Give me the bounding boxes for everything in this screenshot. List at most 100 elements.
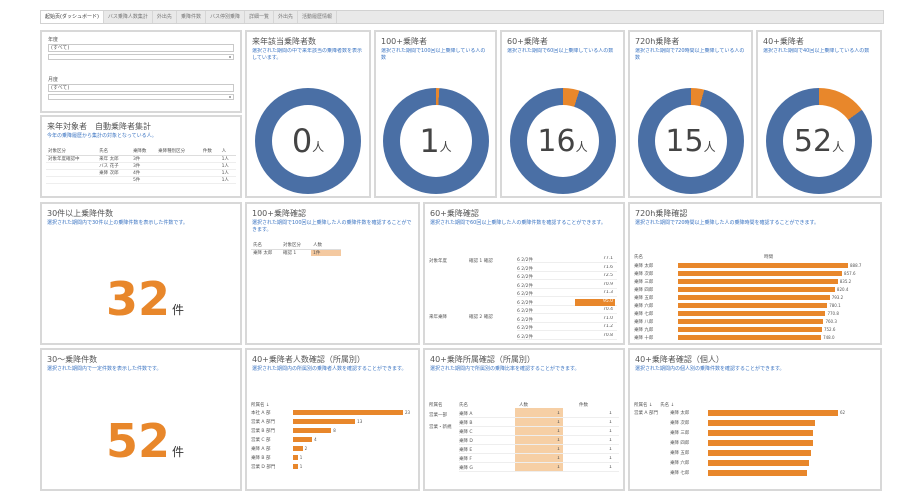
table-row[interactable]: 6 2/2件 71.6 [517, 265, 617, 272]
table-row[interactable]: 乗降 D 1 1 [459, 437, 619, 445]
panel-60-desc: 選択された期間で60回以上乗降した人の乗降件数を確認することができます。 [430, 220, 606, 226]
table-row[interactable]: 6 2/2件 70.9 [517, 282, 617, 289]
bar-label: 乗降 九郎 [634, 327, 654, 333]
bar-value: 4 [314, 437, 317, 442]
table-row[interactable]: 6 2/2件 77.1 [517, 256, 617, 263]
bar-row[interactable]: 乗降 四郎 820.4 [634, 286, 874, 293]
table-row[interactable]: 6 2/2件 71.3 [517, 290, 617, 297]
panel-40-detail-desc: 選択された期間内の個人別の乗降件数を確認することができます。 [635, 366, 785, 372]
bar-row[interactable]: 乗降 B 部 1 [251, 454, 416, 461]
panel-60-table: 対象年度 来年乗降 確認 1 確認 確認 2 確認 6 2/2件 77.1 6 2/2件 71… [429, 254, 619, 342]
bar-row[interactable]: 乗降 次郎 [670, 419, 874, 426]
table-row[interactable]: 乗降 太郎 確認 1 1件 [251, 249, 341, 256]
bar-row[interactable]: 乗降 三郎 835.2 [634, 278, 874, 285]
donut-title: 60+乗降者 [507, 37, 548, 46]
bar-value: 62 [840, 410, 846, 415]
tab-6[interactable]: 外出先 [274, 11, 298, 23]
table-row[interactable]: 6 2/2件 70.4 [517, 307, 617, 314]
bar-row[interactable]: 乗降 次郎 857.6 [634, 270, 874, 277]
table-cell: 乗降 F [459, 457, 473, 462]
bar-row[interactable]: 乗降 三郎 [670, 429, 874, 436]
table-row[interactable]: 乗降 A 1 1 [459, 410, 619, 418]
table-cell: 対象年度確認中 [48, 156, 80, 162]
persons-table: 対象区分 氏名 乗降数 乗降種別区分 件数人対象年度確認中 来年 太郎 3件 1人 バス 花子 3… [46, 148, 236, 184]
bar-value: 793.2 [831, 295, 844, 300]
panel-60-confirm: 60+乗降確認 選択された期間で60回以上乗降した人の乗降件数を確認することがで… [423, 202, 625, 345]
tab-7[interactable]: 活動履歴情報 [298, 11, 338, 23]
filter-year-slider[interactable] [48, 54, 234, 60]
table-cell: 1 [557, 411, 560, 416]
donut-value: 52 [793, 123, 833, 159]
table-cell [46, 169, 97, 176]
table-cell [156, 162, 201, 169]
panel-40-person-header: 所属名 ↓ [251, 403, 270, 408]
bar-row[interactable]: 乗降 八郎 760.3 [634, 318, 874, 325]
table-row[interactable]: 6 2/2件 71.0 [517, 316, 617, 323]
table-row[interactable]: 6 2/2件 70.8 [517, 333, 617, 340]
bar [678, 303, 828, 308]
panel-40-detail-group: 営業 A 部門 [634, 411, 658, 416]
donut-unit: 人 [575, 139, 588, 154]
filter-panel: 年度 (すべて) 月度 (すべて) [40, 30, 242, 113]
bar-row[interactable]: 乗降 五郎 793.2 [634, 294, 874, 301]
bar-row[interactable]: 営業 A 部門 13 [251, 418, 416, 425]
bar-row[interactable]: 乗降 四郎 [670, 439, 874, 446]
bar-row[interactable]: 乗降 太郎 888.7 [634, 262, 874, 269]
donut-hole: 52 人 [783, 105, 855, 177]
bar-label: 乗降 六郎 [670, 460, 690, 466]
bar-row[interactable]: 本社 A 部 23 [251, 409, 416, 416]
bar-row[interactable]: 乗降 七郎 [670, 469, 874, 476]
bar-label: 乗降 太郎 [634, 263, 654, 269]
tab-4[interactable]: バス停別乗降 [206, 11, 245, 23]
bar-row[interactable]: 乗降 六郎 780.1 [634, 302, 874, 309]
bar-row[interactable]: 営業 D 部門 1 [251, 463, 416, 470]
panel-720-confirm: 720h乗降確認 選択された期間で720時間以上乗降した人の乗降時間を確認するこ… [628, 202, 882, 345]
bar-row[interactable]: 乗降 十郎 748.0 [634, 334, 874, 341]
filter-year-select[interactable]: (すべて) [48, 44, 234, 52]
panel-60-row-label: 6 2/2件 [517, 266, 534, 272]
bar-row[interactable]: 営業 B 部門 8 [251, 427, 416, 434]
kpi-30plus-number: 52 [106, 414, 171, 468]
tab-0[interactable]: 起始页(ダッシュボード) [41, 11, 104, 23]
donut-hole: 0人 [272, 105, 344, 177]
table-row[interactable]: 乗降 E 1 1 [459, 446, 619, 454]
table-row[interactable]: 6 2/2件 95.0 [517, 298, 617, 306]
persons-panel-desc: 今年の乗降履歴から集計の対象となっている人。 [47, 133, 157, 139]
bar-row[interactable]: 乗降 六郎 [670, 459, 874, 466]
table-cell: 乗降 B [459, 421, 473, 426]
table-row[interactable]: 6 2/2件 71.2 [517, 324, 617, 331]
table-row[interactable]: 乗降 B 1 1 [459, 419, 619, 427]
panel-60-row-label: 6 2/2件 [517, 334, 534, 340]
panel-720-bars: 乗降 太郎 888.7 乗降 次郎 857.6 乗降 三郎 835.2 乗降 四郎 820.4… [634, 262, 874, 342]
bar-row[interactable]: 営業 C 部 4 [251, 436, 416, 443]
bar-label: 乗降 B 部 [251, 455, 271, 461]
tab-2[interactable]: 外出先 [153, 11, 177, 23]
donut-hole: 1人 [399, 105, 472, 177]
donut-panel-2: 60+乗降者 選択された期間で60回以上乗降している人の数 16 人 [500, 30, 625, 198]
tab-1[interactable]: バス乗降人数集計 [104, 11, 153, 23]
persons-header-cell: 氏名 [99, 149, 109, 155]
donut-desc: 選択された期間で100回以上乗降している人の数 [381, 48, 486, 61]
bar-label: 乗降 五郎 [670, 450, 690, 456]
bar-label: 乗降 A 部 [251, 446, 271, 452]
bar-row[interactable]: 乗降 太郎 62 [670, 409, 874, 416]
table-row[interactable]: 乗降 G 1 1 [459, 464, 619, 472]
filter-year[interactable]: 年度 (すべて) [48, 36, 234, 60]
filter-month[interactable]: 月度 (すべて) [48, 76, 234, 100]
bar-row[interactable]: 乗降 五郎 [670, 449, 874, 456]
bar-row[interactable]: 乗降 七郎 770.8 [634, 310, 874, 317]
table-cell: 1 [609, 438, 612, 443]
bar-value: 780.1 [829, 303, 841, 308]
table-row[interactable]: 乗降 C 1 1 [459, 428, 619, 436]
table-row[interactable]: 乗降 F 1 1 [459, 455, 619, 463]
bar-row[interactable]: 乗降 九郎 752.6 [634, 326, 874, 333]
filter-month-select[interactable]: (すべて) [48, 84, 234, 92]
filter-month-slider[interactable] [48, 94, 234, 100]
panel-40-ratio-title: 40+乗降所属確認（所属別） [430, 355, 535, 364]
table-row[interactable]: 6 2/2件 72.5 [517, 273, 617, 280]
tab-5[interactable]: 詳細一覧 [245, 11, 274, 23]
donut-chart: 1人 [382, 88, 489, 194]
bar-label: 営業 C 部 [251, 437, 271, 443]
bar-row[interactable]: 乗降 A 部 2 [251, 445, 416, 452]
tab-3[interactable]: 乗降件数 [177, 11, 206, 23]
